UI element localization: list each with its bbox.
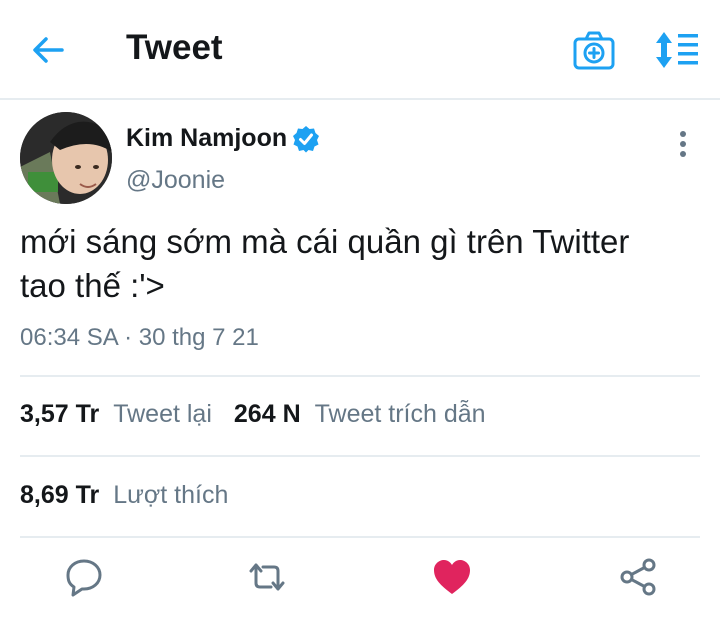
arrow-left-icon[interactable] — [28, 30, 68, 70]
quotes-stat[interactable]: 264 N Tweet trích dẫn — [234, 400, 486, 429]
retweets-count: 3,57 Tr — [20, 400, 100, 428]
camera-plus-icon[interactable] — [572, 30, 616, 72]
quotes-count: 264 N — [233, 400, 301, 428]
likes-stat[interactable]: 8,69 Tr Lượt thích — [20, 481, 228, 510]
author-handle: @Joonie — [126, 166, 226, 194]
retweets-label: Tweet lại — [113, 400, 212, 428]
tweet-text: mới sáng sớm mà cái quần gì trên Twitter… — [20, 220, 700, 308]
author-row: Kim Namjoon — [126, 124, 320, 153]
avatar[interactable] — [20, 112, 112, 204]
page-title: Tweet — [126, 28, 223, 67]
retweets-stat[interactable]: 3,57 Tr Tweet lại — [20, 400, 212, 429]
top-bar: Tweet — [0, 0, 720, 100]
author-name[interactable]: Kim Namjoon — [126, 124, 287, 153]
sort-icon[interactable] — [654, 30, 700, 70]
tweet-text-line-2: tao thế :'> — [20, 267, 165, 304]
divider — [20, 375, 700, 377]
engagement-stats: 3,57 Tr Tweet lại 264 N Tweet trích dẫn — [20, 400, 508, 429]
divider — [20, 536, 700, 538]
likes-count: 8,69 Tr — [20, 481, 100, 509]
verified-badge-icon — [293, 125, 320, 152]
more-options-icon[interactable] — [668, 126, 698, 162]
share-icon[interactable] — [616, 555, 660, 599]
quotes-label: Tweet trích dẫn — [314, 400, 486, 428]
heart-icon[interactable] — [430, 555, 474, 599]
retweet-icon[interactable] — [245, 555, 289, 599]
likes-label: Lượt thích — [113, 481, 229, 509]
action-bar — [0, 555, 720, 605]
divider — [20, 455, 700, 457]
tweet-text-line-1: mới sáng sớm mà cái quần gì trên Twitter — [20, 223, 630, 260]
reply-icon[interactable] — [62, 555, 106, 599]
tweet-timestamp[interactable]: 06:34 SA · 30 thg 7 21 — [20, 324, 259, 352]
